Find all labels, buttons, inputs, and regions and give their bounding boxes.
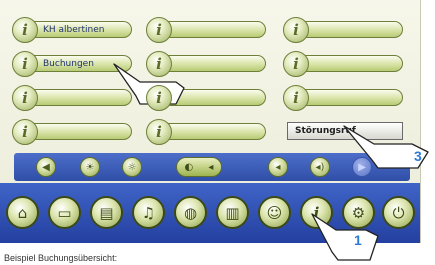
info-icon: i (12, 119, 38, 145)
callout-arrow-shape (311, 213, 379, 261)
power-icon[interactable]: ⏻ (382, 196, 415, 229)
info-icon: i (283, 51, 309, 77)
info-button[interactable]: i (283, 17, 405, 43)
info-icon: i (146, 51, 172, 77)
callout-number: 1 (354, 232, 362, 248)
info-button-label (297, 21, 403, 38)
info-button-label (297, 55, 403, 72)
info-button-label (160, 21, 266, 38)
info-button-label (297, 89, 403, 106)
tv-icon[interactable]: ▭ (48, 196, 81, 229)
home-icon[interactable]: ⌂ (6, 196, 39, 229)
smiley-icon[interactable]: ☺ (258, 196, 291, 229)
info-button[interactable]: i (146, 17, 268, 43)
loudspeaker-icon[interactable]: ◂ (208, 162, 213, 173)
info-button-label (160, 123, 266, 140)
info-icon: i (146, 119, 172, 145)
brightness-low-icon[interactable]: ☀ (80, 157, 100, 177)
volume-down-icon[interactable]: ◂ (268, 157, 288, 177)
caption: Beispiel Buchungsübersicht: (4, 253, 118, 263)
volume-up-icon[interactable]: ◂) (310, 157, 330, 177)
info-button[interactable]: i (146, 51, 268, 77)
info-icon: i (12, 85, 38, 111)
info-button-label (26, 123, 132, 140)
info-icon: i (12, 51, 38, 77)
arrow-left-icon[interactable]: ◀ (36, 157, 56, 177)
info-button[interactable]: i (146, 85, 268, 111)
speaker-pair-icon[interactable]: ◐ ◂ (176, 157, 222, 177)
headphone-icon[interactable]: ◐ (185, 162, 194, 173)
callout-3: 3 (340, 124, 435, 172)
info-icon: i (12, 17, 38, 43)
info-button[interactable]: i (283, 85, 405, 111)
info-button[interactable]: i (12, 119, 134, 145)
info-icon: i (146, 17, 172, 43)
info-button[interactable]: i (283, 51, 405, 77)
info-icon: i (283, 17, 309, 43)
book-icon[interactable]: ▥ (216, 196, 249, 229)
info-icon: i (146, 85, 172, 111)
info-button-kh-albertinen[interactable]: i KH albertinen (12, 17, 134, 43)
terminal-screen: i KH albertinen i i i Buchungen i i i i … (0, 0, 421, 243)
internet-icon[interactable]: ◍ (174, 196, 207, 229)
info-icon: i (283, 85, 309, 111)
info-button-label: KH albertinen (26, 21, 132, 38)
info-button[interactable]: i (146, 119, 268, 145)
brightness-high-icon[interactable]: ☼ (122, 157, 142, 177)
radio-icon[interactable]: ▤ (90, 196, 123, 229)
callout-1: 1 (308, 212, 383, 264)
callout-number: 3 (414, 148, 422, 164)
music-icon[interactable]: ♫ (132, 196, 165, 229)
